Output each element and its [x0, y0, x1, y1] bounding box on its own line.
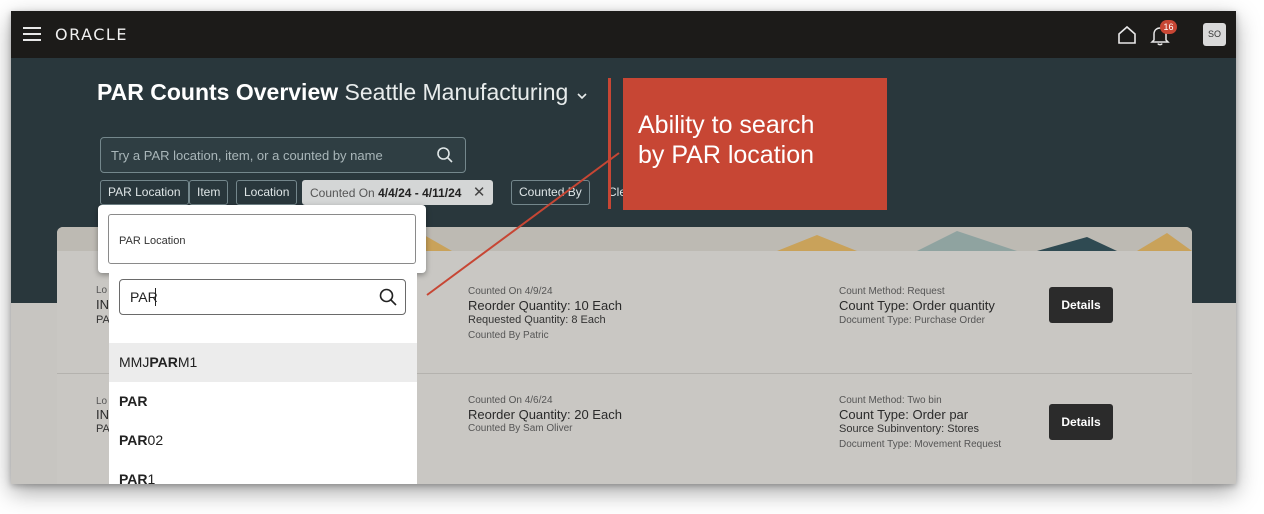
avatar[interactable]: SO	[1203, 23, 1226, 46]
close-icon[interactable]: ✕	[473, 181, 486, 204]
row-source-subinventory: Source Subinventory: Stores	[839, 423, 980, 435]
list-item[interactable]: PAR1	[109, 460, 417, 484]
filter-chip-counted-by[interactable]: Counted By	[511, 180, 590, 205]
row-location-label: Lo	[96, 285, 108, 296]
filter-chip-location[interactable]: Location	[236, 180, 298, 205]
row-par-value: PA	[96, 423, 110, 435]
filter-chip-par-location[interactable]: PAR Location	[100, 180, 189, 205]
row-reorder-quantity: Reorder Quantity: 20 Each	[468, 407, 622, 422]
option-match: PAR	[149, 354, 178, 370]
option-suffix: 1	[147, 471, 156, 484]
row-par-value: PA	[96, 314, 110, 326]
list-item[interactable]: PAR	[109, 382, 417, 421]
par-location-filter-popup: PAR Location	[98, 205, 426, 273]
page-title: PAR Counts Overview Seattle Manufacturin…	[97, 79, 568, 106]
par-location-search-input[interactable]: PAR	[119, 279, 406, 315]
row-reorder-quantity: Reorder Quantity: 10 Each	[468, 298, 622, 313]
page-title-main: PAR Counts Overview	[97, 79, 339, 105]
home-icon[interactable]	[1116, 24, 1138, 46]
option-suffix: 02	[147, 432, 164, 448]
row-count-type: Count Type: Order quantity	[839, 298, 995, 313]
search-input[interactable]: Try a PAR location, item, or a counted b…	[100, 137, 466, 173]
option-prefix: MMJ	[119, 354, 150, 370]
par-location-results: PAR MMJPARM1 PAR PAR02 PAR1	[109, 273, 417, 484]
details-button[interactable]: Details	[1049, 404, 1113, 440]
filter-chip-counted-on-value: 4/4/24 - 4/11/24	[378, 186, 462, 200]
row-location-value: IN	[96, 297, 109, 312]
option-match: PAR	[119, 432, 148, 448]
org-selector[interactable]: Seattle Manufacturing	[345, 79, 569, 105]
row-document-type: Document Type: Movement Request	[839, 439, 1002, 450]
list-item[interactable]: MMJPARM1	[109, 343, 417, 382]
app-window: ORACLE 16 SO PAR Counts Overview Seattle…	[11, 11, 1236, 484]
par-location-field[interactable]: PAR Location	[108, 214, 416, 264]
filter-chip-counted-on-label: Counted On	[310, 186, 375, 200]
par-location-field-label: PAR Location	[119, 235, 186, 247]
callout-line-2: by PAR location	[638, 141, 815, 169]
row-requested-quantity: Requested Quantity: 8 Each	[468, 314, 606, 326]
par-location-search-value: PAR	[130, 289, 158, 305]
row-location-value: IN	[96, 407, 109, 422]
search-icon[interactable]	[436, 146, 454, 164]
row-counted-on: Counted On 4/6/24	[468, 395, 553, 406]
menu-icon[interactable]	[23, 27, 41, 41]
details-button[interactable]: Details	[1049, 287, 1113, 323]
option-suffix: M1	[177, 354, 198, 370]
row-location-label: Lo	[96, 396, 108, 407]
row-counted-by: Counted By Sam Oliver	[468, 423, 573, 434]
text-caret	[155, 288, 156, 306]
filter-chip-item[interactable]: Item	[189, 180, 229, 205]
option-match: PAR	[119, 471, 148, 484]
notification-badge: 16	[1160, 20, 1177, 34]
row-document-type: Document Type: Purchase Order	[839, 315, 985, 326]
filter-chip-counted-on[interactable]: Counted On 4/4/24 - 4/11/24 ✕	[302, 180, 494, 205]
search-icon[interactable]	[378, 287, 398, 307]
option-match: PAR	[119, 393, 148, 409]
row-count-method: Count Method: Request	[839, 286, 945, 297]
row-count-type: Count Type: Order par	[839, 407, 969, 422]
search-placeholder: Try a PAR location, item, or a counted b…	[111, 148, 383, 163]
row-counted-by: Counted By Patric	[468, 330, 549, 341]
chevron-down-icon[interactable]	[575, 91, 589, 101]
list-item[interactable]: PAR02	[109, 421, 417, 460]
row-counted-on: Counted On 4/9/24	[468, 286, 553, 297]
oracle-logo: ORACLE	[55, 25, 128, 44]
callout-bar	[608, 78, 611, 209]
top-bar: ORACLE 16 SO	[11, 11, 1236, 58]
callout-line-1: Ability to search	[638, 111, 815, 139]
callout-box: Ability to search by PAR location	[623, 78, 887, 210]
row-count-method: Count Method: Two bin	[839, 395, 942, 406]
